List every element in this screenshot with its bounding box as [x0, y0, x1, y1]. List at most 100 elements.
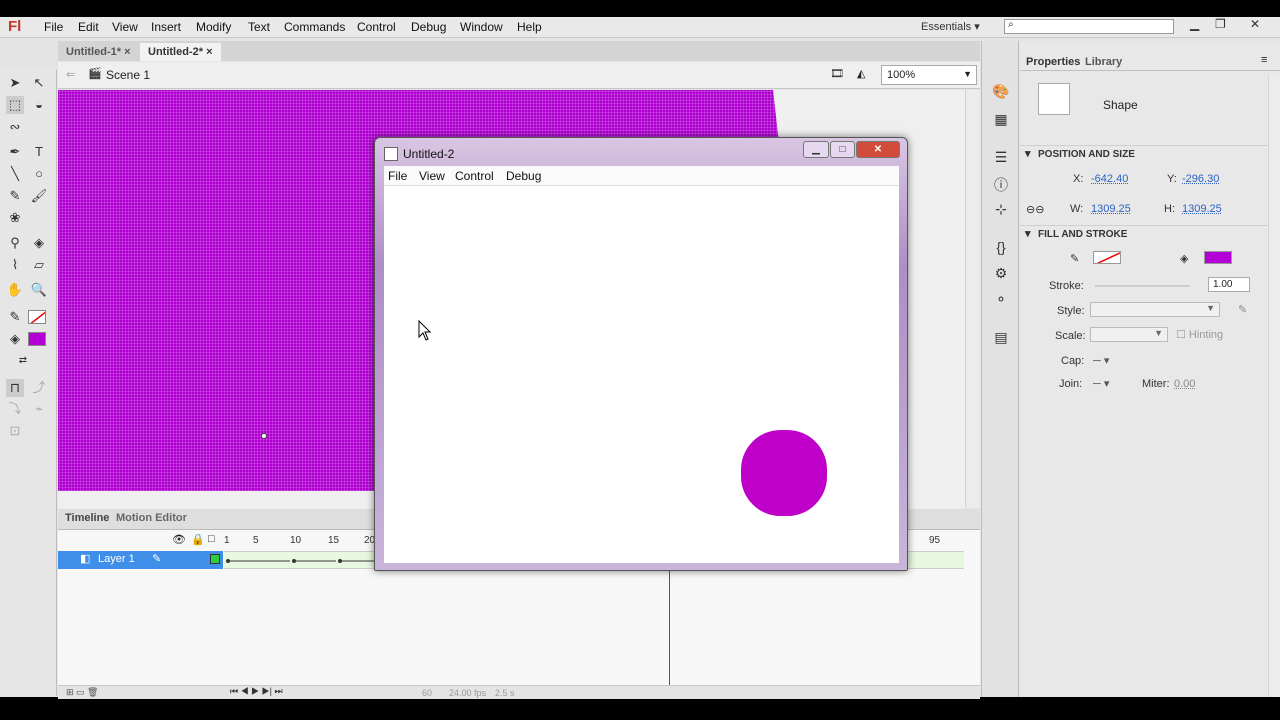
swatches-icon[interactable]: ▦: [992, 111, 1010, 129]
miter-value[interactable]: 0.00: [1174, 378, 1195, 390]
swap-colors-icon[interactable]: ⇄: [14, 352, 32, 370]
brush-tool-icon[interactable]: 🖌: [30, 187, 48, 205]
y-value[interactable]: -296.30: [1182, 173, 1219, 185]
workspace-switcher[interactable]: Essentials ▾: [921, 20, 980, 33]
straighten-icon[interactable]: ⤵: [6, 400, 24, 418]
close-tab-icon[interactable]: ×: [124, 46, 130, 58]
text-tool-icon[interactable]: T: [30, 143, 48, 161]
player-menu-file[interactable]: File: [388, 169, 407, 183]
pen-tool-icon[interactable]: ✒: [6, 143, 24, 161]
align-icon[interactable]: ☰: [992, 149, 1010, 167]
player-menu-view[interactable]: View: [419, 169, 445, 183]
pencil-tool-icon[interactable]: ✎: [6, 187, 24, 205]
h-value[interactable]: 1309.25: [1182, 203, 1222, 215]
subselection-tool-icon[interactable]: ↖: [30, 74, 48, 92]
hand-tool-icon[interactable]: ✋: [6, 281, 24, 299]
link-icon[interactable]: ⊖⊖: [1026, 203, 1044, 216]
fill-color-swatch[interactable]: [1204, 251, 1232, 264]
menu-help[interactable]: Help: [517, 20, 542, 34]
tab-properties[interactable]: Properties: [1026, 56, 1080, 68]
help-search-input[interactable]: ⌕: [1004, 19, 1174, 34]
color-panel-icon[interactable]: 🎨: [992, 83, 1010, 101]
motion-presets-icon[interactable]: ⚬: [992, 291, 1010, 309]
stroke-color-swatch[interactable]: [28, 310, 46, 324]
fill-color-swatch[interactable]: [28, 332, 46, 346]
3d-rotation-tool-icon[interactable]: ◒: [30, 96, 48, 114]
scene-breadcrumb[interactable]: Scene 1: [106, 68, 150, 82]
menu-edit[interactable]: Edit: [78, 20, 99, 34]
transform-icon[interactable]: ⊹: [992, 201, 1010, 219]
menu-debug[interactable]: Debug: [411, 20, 446, 34]
menu-modify[interactable]: Modify: [196, 20, 231, 34]
menu-commands[interactable]: Commands: [284, 20, 345, 34]
lasso-tool-icon[interactable]: ∾: [6, 118, 24, 136]
stroke-slider[interactable]: [1095, 285, 1190, 287]
fill-color-icon[interactable]: ◈: [6, 330, 24, 348]
tab-timeline[interactable]: Timeline: [65, 512, 109, 524]
section-position-size[interactable]: POSITION AND SIZE: [1020, 145, 1280, 163]
scene-panel-icon[interactable]: ▤: [992, 329, 1010, 347]
restore-icon[interactable]: ❐: [1215, 17, 1226, 31]
selection-tool-icon[interactable]: ➤: [6, 74, 24, 92]
edit-symbols-icon[interactable]: ◭: [857, 67, 865, 80]
style-select[interactable]: ▼: [1090, 302, 1220, 317]
tab-library[interactable]: Library: [1085, 56, 1122, 68]
join-select[interactable]: ─ ▾: [1093, 377, 1109, 390]
movie-canvas[interactable]: [384, 186, 899, 563]
hinting-checkbox[interactable]: ☐ Hinting: [1176, 328, 1223, 341]
tab-untitled-1[interactable]: Untitled-1* ×: [58, 43, 139, 61]
w-value[interactable]: 1309.25: [1091, 203, 1131, 215]
player-menu-control[interactable]: Control: [455, 169, 494, 183]
edit-stroke-style-icon[interactable]: ✎: [1238, 303, 1247, 316]
menu-view[interactable]: View: [112, 20, 138, 34]
player-menu-debug[interactable]: Debug: [506, 169, 541, 183]
panel-menu-icon[interactable]: ≡: [1261, 54, 1267, 66]
close-icon[interactable]: ✕: [1250, 17, 1260, 31]
layer-row[interactable]: ◧ Layer 1 ✎: [58, 551, 223, 569]
menu-text[interactable]: Text: [248, 20, 270, 34]
tab-untitled-2[interactable]: Untitled-2* ×: [140, 43, 221, 61]
close-tab-icon[interactable]: ×: [206, 46, 212, 58]
window-maximize-button[interactable]: □: [830, 141, 855, 158]
scale-select[interactable]: ▼: [1090, 327, 1168, 342]
properties-scrollbar[interactable]: [1268, 75, 1280, 697]
paint-bucket-tool-icon[interactable]: ◈: [30, 234, 48, 252]
transform-point[interactable]: [261, 433, 267, 439]
oval-tool-icon[interactable]: ○: [30, 165, 48, 183]
stroke-color-swatch[interactable]: [1093, 251, 1121, 264]
x-value[interactable]: -642.40: [1091, 173, 1128, 185]
minimize-icon[interactable]: ▁: [1190, 17, 1199, 31]
outline-icon[interactable]: □: [208, 533, 215, 545]
back-arrow-icon[interactable]: ⇐: [66, 68, 75, 81]
lock-icon[interactable]: 🔒: [191, 533, 205, 546]
window-minimize-button[interactable]: ▁: [803, 141, 829, 158]
line-tool-icon[interactable]: ╲: [6, 165, 24, 183]
menu-window[interactable]: Window: [460, 20, 503, 34]
rotate-icon[interactable]: ⊡: [6, 422, 24, 440]
playback-controls[interactable]: ⏮ ◀ ▶ ▶| ⏭: [230, 686, 283, 697]
new-layer-icon[interactable]: ⊞ ▭ 🗑: [66, 687, 98, 698]
edit-scene-icon[interactable]: 🎞: [830, 67, 844, 80]
stage-vertical-scrollbar[interactable]: [965, 90, 980, 508]
deco-tool-icon[interactable]: ❀: [6, 209, 24, 227]
menu-insert[interactable]: Insert: [151, 20, 181, 34]
menu-control[interactable]: Control: [357, 20, 396, 34]
frame-rate[interactable]: 24.00 fps: [449, 688, 486, 698]
object-drawing-icon[interactable]: ⊓: [6, 379, 24, 397]
smooth-icon[interactable]: ⤴: [30, 379, 48, 397]
code-snippets-icon[interactable]: {}: [992, 239, 1010, 257]
section-fill-stroke[interactable]: FILL AND STROKE: [1020, 225, 1280, 243]
eye-icon[interactable]: 👁: [172, 533, 186, 546]
free-transform-tool-icon[interactable]: ⬚: [6, 96, 24, 114]
components-icon[interactable]: ⚙: [992, 265, 1010, 283]
eyedropper-tool-icon[interactable]: ⌇: [6, 256, 24, 274]
cap-select[interactable]: ─ ▾: [1093, 354, 1109, 367]
window-close-button[interactable]: ✕: [856, 141, 900, 158]
bone-tool-icon[interactable]: ⚲: [6, 234, 24, 252]
zoom-tool-icon[interactable]: 🔍: [30, 281, 48, 299]
stroke-input[interactable]: 1.00: [1208, 277, 1250, 292]
eraser-tool-icon[interactable]: ▱: [30, 256, 48, 274]
snap-icon[interactable]: ⌁: [30, 400, 48, 418]
info-icon[interactable]: ⓘ: [992, 175, 1010, 193]
tab-motion-editor[interactable]: Motion Editor: [116, 512, 187, 524]
